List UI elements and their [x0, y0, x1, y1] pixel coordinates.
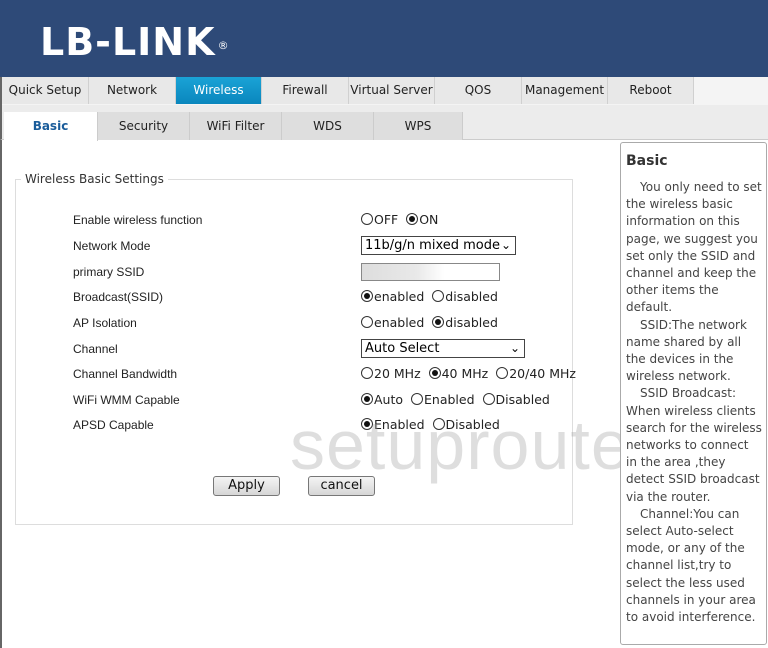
primary-ssid-input[interactable] [361, 263, 500, 281]
apply-button[interactable]: Apply [213, 476, 280, 496]
tab-qos[interactable]: QOS [435, 77, 522, 104]
subtab-wds[interactable]: WDS [282, 112, 374, 140]
tab-quick-setup[interactable]: Quick Setup [2, 77, 89, 104]
help-paragraph: SSID:The network name shared by all the … [626, 317, 747, 384]
radio-apsd-enabled[interactable]: Enabled [361, 417, 425, 432]
help-panel: Basic You only need to set the wireless … [620, 142, 767, 645]
chevron-down-icon: ⌄ [500, 238, 511, 252]
apsd-label: APSD Capable [73, 418, 154, 432]
enable-wireless-row: Enable wireless function OFF ON [0, 210, 560, 230]
primary-ssid-label: primary SSID [73, 265, 145, 279]
broadcast-ssid-radios: enabled disabled [361, 287, 502, 307]
subtab-wifi-filter[interactable]: WiFi Filter [190, 112, 282, 140]
enable-wireless-label: Enable wireless function [73, 213, 203, 227]
radio-wireless-off[interactable]: OFF [361, 212, 398, 227]
wmm-radios: Auto Enabled Disabled [361, 390, 554, 410]
radio-wmm-enabled[interactable]: Enabled [411, 392, 475, 407]
chevron-down-icon: ⌄ [509, 341, 520, 355]
channel-row: Channel Auto Select ⌄ [0, 339, 560, 359]
radio-bandwidth-40[interactable]: 40 MHz [428, 366, 488, 381]
radio-wmm-auto[interactable]: Auto [361, 392, 403, 407]
network-mode-label: Network Mode [73, 239, 151, 253]
radio-apsd-disabled[interactable]: Disabled [432, 417, 500, 432]
enable-wireless-radios: OFF ON [361, 210, 442, 230]
wmm-label: WiFi WMM Capable [73, 393, 180, 407]
radio-bandwidth-20[interactable]: 20 MHz [361, 366, 421, 381]
broadcast-ssid-row: Broadcast(SSID) enabled disabled [0, 287, 560, 307]
header-banner: LB-LINK ® [0, 0, 768, 77]
tab-wireless[interactable]: Wireless [176, 77, 262, 104]
tab-management[interactable]: Management [522, 77, 608, 104]
primary-ssid-row: primary SSID [0, 262, 560, 282]
help-paragraph: You only need to set the wireless basic … [626, 180, 762, 315]
channel-select[interactable]: Auto Select ⌄ [361, 339, 525, 358]
tab-reboot[interactable]: Reboot [608, 77, 694, 104]
network-mode-row: Network Mode 11b/g/n mixed mode ⌄ [0, 236, 560, 256]
subtab-basic[interactable]: Basic [4, 112, 98, 141]
radio-isolation-enabled[interactable]: enabled [361, 315, 424, 330]
subtab-wps[interactable]: WPS [374, 112, 463, 140]
tab-network[interactable]: Network [89, 77, 176, 104]
radio-broadcast-disabled[interactable]: disabled [432, 289, 498, 304]
radio-bandwidth-20-40[interactable]: 20/40 MHz [496, 366, 576, 381]
apsd-radios: Enabled Disabled [361, 415, 504, 435]
ap-isolation-label: AP Isolation [73, 316, 137, 330]
cancel-button[interactable]: cancel [308, 476, 375, 496]
apsd-row: APSD Capable Enabled Disabled [0, 415, 560, 435]
sub-nav: Basic Security WiFi Filter WDS WPS [0, 105, 768, 141]
channel-bandwidth-radios: 20 MHz 40 MHz 20/40 MHz [361, 364, 580, 384]
channel-label: Channel [73, 342, 118, 356]
settings-legend: Wireless Basic Settings [25, 172, 164, 186]
registered-mark: ® [217, 39, 230, 52]
broadcast-ssid-label: Broadcast(SSID) [73, 290, 164, 304]
logo-text: LB-LINK [40, 20, 216, 64]
main-nav: Quick Setup Network Wireless Firewall Vi… [0, 77, 768, 105]
channel-bandwidth-row: Channel Bandwidth 20 MHz 40 MHz 20/40 MH… [0, 364, 576, 384]
radio-isolation-disabled[interactable]: disabled [432, 315, 498, 330]
ap-isolation-radios: enabled disabled [361, 313, 502, 333]
help-paragraph: SSID Broadcast: When wireless clients se… [626, 386, 762, 504]
wmm-row: WiFi WMM Capable Auto Enabled Disabled [0, 390, 560, 410]
help-title: Basic [626, 153, 668, 169]
tab-firewall[interactable]: Firewall [262, 77, 349, 104]
lb-link-logo: LB-LINK ® [40, 20, 230, 64]
subtab-security[interactable]: Security [98, 112, 190, 140]
tab-virtual-server[interactable]: Virtual Server [349, 77, 435, 104]
radio-wmm-disabled[interactable]: Disabled [482, 392, 550, 407]
ap-isolation-row: AP Isolation enabled disabled [0, 313, 560, 333]
channel-bandwidth-label: Channel Bandwidth [73, 367, 178, 381]
radio-wireless-on[interactable]: ON [406, 212, 438, 227]
radio-broadcast-enabled[interactable]: enabled [361, 289, 424, 304]
help-paragraph: Channel:You can select Auto-select mode,… [626, 506, 756, 625]
network-mode-select[interactable]: 11b/g/n mixed mode ⌄ [361, 236, 516, 255]
